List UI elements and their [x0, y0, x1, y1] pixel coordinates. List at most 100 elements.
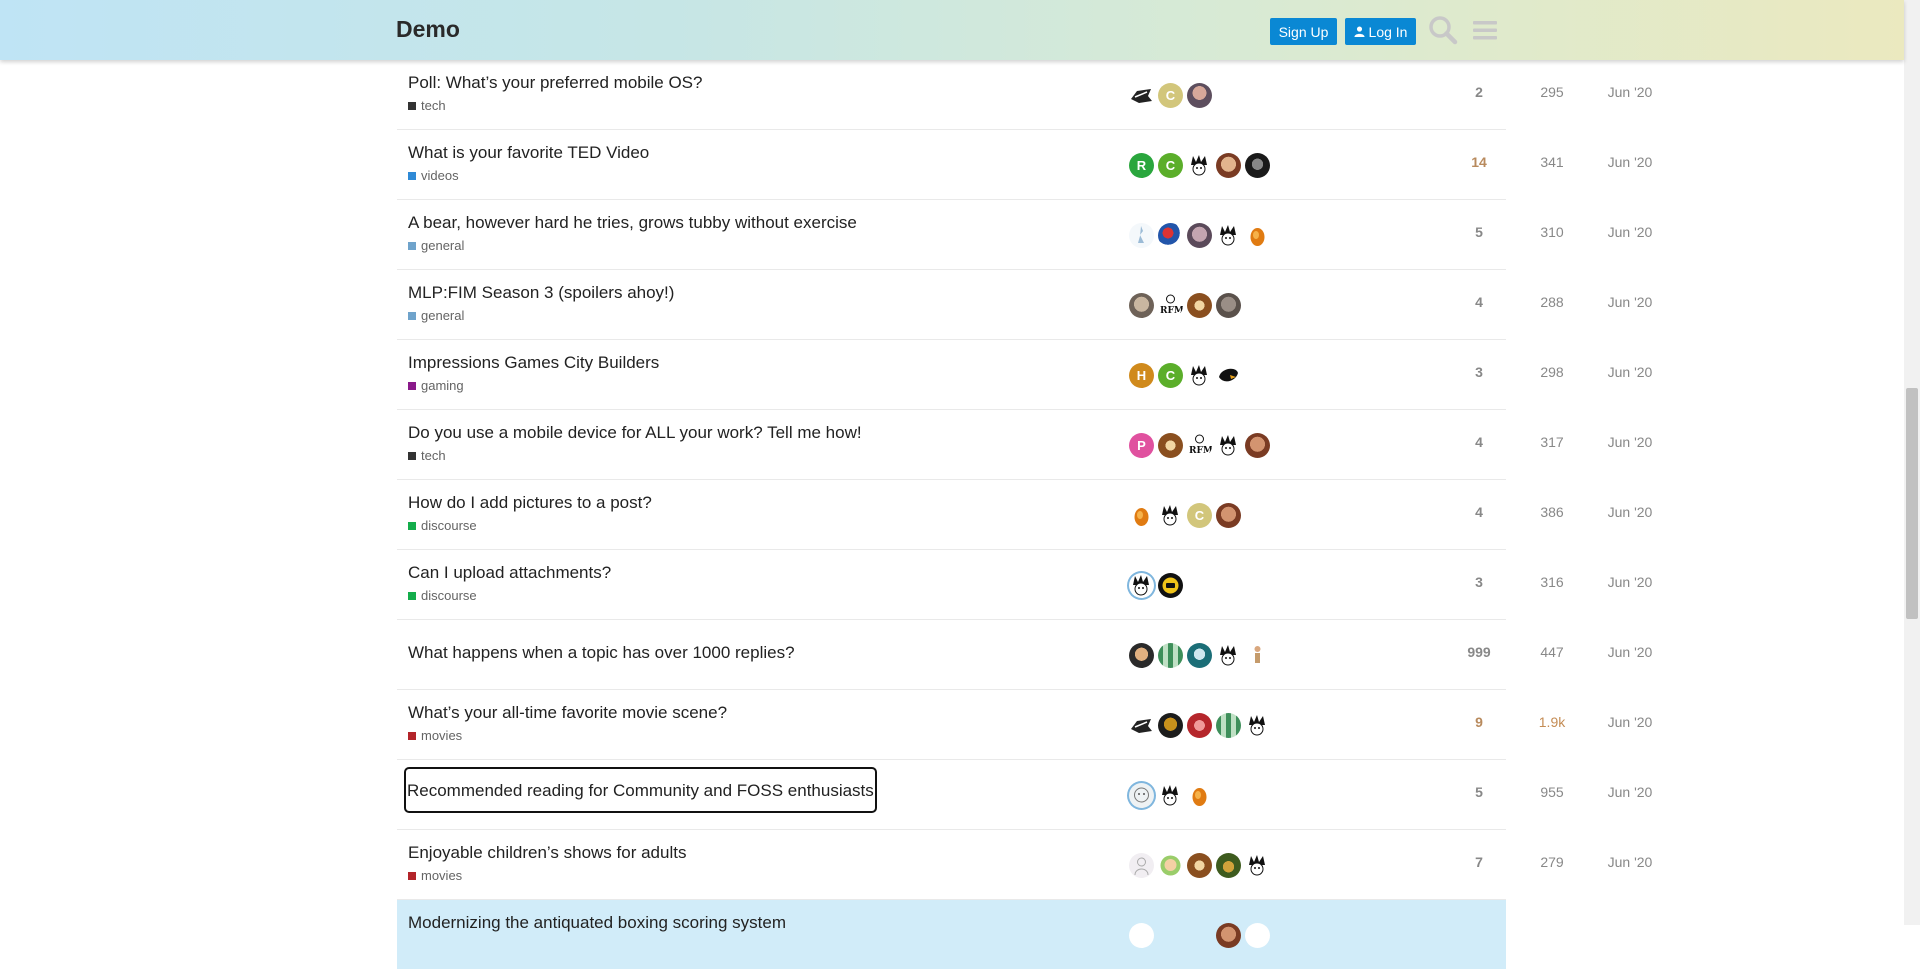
log-in-button[interactable]: Log In — [1345, 18, 1416, 45]
activity-date[interactable]: Jun '20 — [1595, 854, 1665, 870]
topic-title[interactable]: What happens when a topic has over 1000 … — [408, 643, 795, 663]
avatar[interactable] — [1158, 433, 1183, 458]
topic-title[interactable]: MLP:FIM Season 3 (spoilers ahoy!) — [408, 283, 674, 303]
avatar[interactable] — [1245, 713, 1270, 738]
avatar[interactable] — [1187, 363, 1212, 388]
avatar[interactable] — [1158, 713, 1183, 738]
topic-row: Enjoyable children’s shows for adults mo… — [397, 830, 1652, 900]
avatar[interactable] — [1187, 713, 1212, 738]
avatar[interactable] — [1158, 223, 1183, 248]
avatar[interactable] — [1187, 923, 1212, 948]
avatar[interactable] — [1245, 923, 1270, 948]
avatar[interactable] — [1216, 363, 1241, 388]
avatar[interactable] — [1158, 783, 1183, 808]
activity-date[interactable]: Jun '20 — [1595, 364, 1665, 380]
avatar[interactable]: C — [1158, 363, 1183, 388]
topic-title[interactable]: Impressions Games City Builders — [408, 353, 659, 373]
avatar[interactable] — [1158, 853, 1183, 878]
log-in-label: Log In — [1368, 23, 1408, 40]
avatar[interactable] — [1129, 503, 1154, 528]
avatar[interactable] — [1216, 643, 1241, 668]
topic-title[interactable]: What is your favorite TED Video — [408, 143, 649, 163]
topic-title[interactable]: Modernizing the antiquated boxing scorin… — [408, 913, 786, 933]
avatar[interactable] — [1158, 643, 1183, 668]
avatar[interactable] — [1216, 503, 1241, 528]
category-badge[interactable]: movies — [408, 868, 686, 883]
topic-title[interactable]: Poll: What’s your preferred mobile OS? — [408, 73, 702, 93]
avatar[interactable] — [1216, 223, 1241, 248]
activity-date[interactable]: Jun '20 — [1595, 224, 1665, 240]
avatar[interactable] — [1216, 293, 1241, 318]
activity-date[interactable]: Jun '20 — [1595, 84, 1665, 100]
category-badge[interactable]: general — [408, 238, 857, 253]
topic-title[interactable]: Do you use a mobile device for ALL your … — [408, 423, 862, 443]
avatar[interactable] — [1216, 853, 1241, 878]
category-badge[interactable]: gaming — [408, 378, 659, 393]
topic-title[interactable]: A bear, however hard he tries, grows tub… — [408, 213, 857, 233]
avatar[interactable] — [1187, 153, 1212, 178]
avatar[interactable] — [1158, 923, 1183, 948]
activity-date[interactable]: Jun '20 — [1595, 294, 1665, 310]
category-badge[interactable]: discourse — [408, 518, 652, 533]
search-icon[interactable] — [1428, 14, 1458, 46]
avatar[interactable] — [1129, 853, 1154, 878]
avatar[interactable] — [1187, 83, 1212, 108]
sign-up-button[interactable]: Sign Up — [1270, 18, 1337, 45]
avatar[interactable] — [1187, 853, 1212, 878]
site-logo[interactable]: Demo — [396, 16, 460, 43]
avatar[interactable] — [1187, 293, 1212, 318]
avatar[interactable] — [1216, 713, 1241, 738]
avatar[interactable] — [1129, 643, 1154, 668]
avatar[interactable] — [1129, 223, 1154, 248]
category-badge[interactable]: tech — [408, 98, 702, 113]
avatar[interactable] — [1129, 573, 1154, 598]
avatar[interactable] — [1216, 433, 1241, 458]
avatar[interactable] — [1187, 223, 1212, 248]
avatar[interactable] — [1187, 783, 1212, 808]
avatar[interactable] — [1245, 433, 1270, 458]
topic-title[interactable]: Enjoyable children’s shows for adults — [408, 843, 686, 863]
activity-date[interactable]: Jun '20 — [1595, 784, 1665, 800]
activity-date[interactable]: Jun '20 — [1595, 154, 1665, 170]
topic-posters — [1129, 853, 1274, 878]
category-badge[interactable]: movies — [408, 728, 727, 743]
avatar[interactable]: C — [1187, 503, 1212, 528]
avatar[interactable]: RFM — [1158, 293, 1183, 318]
avatar[interactable] — [1129, 783, 1154, 808]
scrollbar-thumb[interactable] — [1906, 388, 1918, 619]
avatar[interactable] — [1129, 293, 1154, 318]
topic-title[interactable]: How do I add pictures to a post? — [408, 493, 652, 513]
activity-date[interactable]: Jun '20 — [1595, 574, 1665, 590]
hamburger-menu-icon[interactable] — [1470, 14, 1500, 46]
category-badge[interactable]: general — [408, 308, 674, 323]
avatar[interactable] — [1158, 573, 1183, 598]
avatar[interactable] — [1129, 713, 1154, 738]
avatar[interactable] — [1216, 153, 1241, 178]
activity-date[interactable]: Jun '20 — [1595, 714, 1665, 730]
avatar[interactable]: C — [1158, 83, 1183, 108]
avatar[interactable]: C — [1158, 153, 1183, 178]
avatar[interactable] — [1158, 503, 1183, 528]
topic-title[interactable]: Recommended reading for Community and FO… — [404, 767, 877, 813]
avatar[interactable]: RFM — [1187, 433, 1212, 458]
activity-date[interactable]: Jun '20 — [1595, 434, 1665, 450]
avatar[interactable] — [1245, 643, 1270, 668]
category-badge[interactable]: videos — [408, 168, 649, 183]
avatar[interactable] — [1129, 923, 1154, 948]
avatar[interactable]: R — [1129, 153, 1154, 178]
topic-title[interactable]: Can I upload attachments? — [408, 563, 611, 583]
avatar[interactable] — [1129, 83, 1154, 108]
topic-title[interactable]: What’s your all-time favorite movie scen… — [408, 703, 727, 723]
avatar[interactable] — [1245, 223, 1270, 248]
activity-date[interactable]: Jun '20 — [1595, 644, 1665, 660]
avatar[interactable]: P — [1129, 433, 1154, 458]
reply-count: 4 — [1475, 434, 1483, 450]
activity-date[interactable]: Jun '20 — [1595, 504, 1665, 520]
category-badge[interactable]: tech — [408, 448, 862, 463]
category-badge[interactable]: discourse — [408, 588, 611, 603]
avatar[interactable] — [1187, 643, 1212, 668]
avatar[interactable]: H — [1129, 363, 1154, 388]
avatar[interactable] — [1245, 853, 1270, 878]
avatar[interactable] — [1245, 153, 1270, 178]
avatar[interactable] — [1216, 923, 1241, 948]
